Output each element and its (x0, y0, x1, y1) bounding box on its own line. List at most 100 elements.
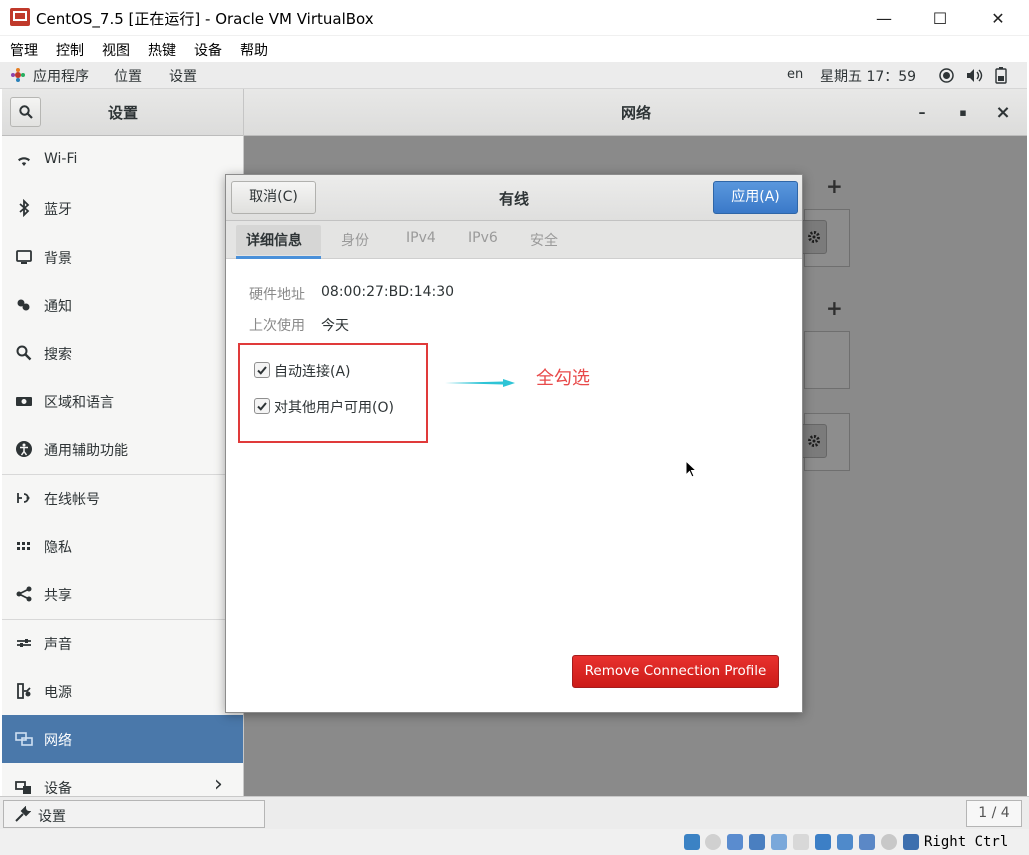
sidebar-item-search[interactable]: 搜索 (2, 329, 243, 377)
menu-help[interactable]: 帮助 (240, 40, 268, 60)
menu-manage[interactable]: 管理 (10, 40, 38, 60)
sidebar-item-label: 通知 (44, 299, 72, 315)
vbox-status-bar: Right Ctrl (0, 829, 1029, 855)
sidebar-item-label: 隐私 (44, 540, 72, 556)
sidebar-item-label: 在线帐号 (44, 492, 100, 508)
menu-hotkeys[interactable]: 热键 (148, 40, 176, 60)
settings-menu[interactable]: 设置 (169, 66, 197, 86)
sidebar-item-label: 电源 (44, 685, 72, 701)
notifications-icon (17, 299, 30, 311)
gnome-top-bar: 应用程序 位置 设置 en 星期五 17：59 (0, 62, 1027, 89)
sidebar-item-background[interactable]: 背景 (2, 233, 243, 281)
minimize-window-button[interactable]: – (907, 99, 937, 127)
tab-ipv6[interactable]: IPv6 (468, 230, 498, 246)
network-icon (15, 732, 33, 746)
tab-identity[interactable]: 身份 (341, 230, 369, 250)
gear-icon (808, 231, 820, 243)
wired-settings-button[interactable] (800, 220, 827, 254)
mouse-integration-icon[interactable] (881, 834, 897, 850)
sidebar-item-label: 设备 (44, 781, 72, 796)
sidebar-item-bluetooth[interactable]: 蓝牙 (2, 184, 243, 232)
add-connection-button[interactable]: + (826, 174, 843, 198)
settings-app-icon (15, 806, 31, 822)
network-adapter-icon[interactable] (749, 834, 765, 850)
shared-folders-icon[interactable] (793, 834, 809, 850)
proxy-settings-button[interactable] (800, 424, 827, 458)
tab-details[interactable]: 详细信息 (246, 230, 302, 250)
share-icon (16, 586, 32, 602)
sidebar-item-online-accounts[interactable]: 在线帐号 (2, 474, 243, 522)
host-key-label: Right Ctrl (924, 834, 1009, 850)
background-icon (16, 250, 32, 264)
annotation-highlight-box (238, 343, 428, 443)
workspace-indicator[interactable]: 1 / 4 (966, 800, 1022, 827)
cancel-button[interactable]: 取消(C) (231, 181, 316, 214)
menu-view[interactable]: 视图 (102, 40, 130, 60)
close-window-button[interactable]: × (988, 99, 1018, 127)
battery-icon[interactable] (995, 67, 1007, 84)
online-accounts-icon (17, 493, 30, 503)
headerbar-left: 设置 (2, 89, 244, 136)
apply-button[interactable]: 应用(A) (713, 181, 798, 214)
sidebar-item-devices[interactable]: 设备 › (2, 763, 243, 796)
applications-icon (11, 68, 25, 82)
clock[interactable]: 星期五 17：59 (820, 66, 916, 86)
volume-icon[interactable] (966, 68, 983, 83)
remove-connection-profile-button[interactable]: Remove Connection Profile (572, 655, 779, 688)
vbox-menu-bar: 管理 控制 视图 热键 设备 帮助 (0, 38, 1029, 62)
usb-icon[interactable] (771, 834, 787, 850)
devices-icon (15, 781, 31, 794)
maximize-window-button[interactable]: ▪ (948, 99, 978, 127)
menu-control[interactable]: 控制 (56, 40, 84, 60)
menu-devices[interactable]: 设备 (194, 40, 222, 60)
sidebar-item-wifi[interactable]: Wi-Fi (2, 136, 243, 184)
sidebar-item-network[interactable]: 网络 (2, 715, 243, 763)
optical-drive-icon[interactable] (705, 834, 721, 850)
sidebar-item-privacy[interactable]: 隐私 (2, 522, 243, 570)
sidebar-item-label: 区域和语言 (44, 395, 114, 411)
sidebar-item-label: 通用辅助功能 (44, 443, 128, 459)
hard-disk-icon[interactable] (684, 834, 700, 850)
settings-headerbar: 设置 网络 – ▪ × (2, 89, 1027, 136)
vpn-frame (804, 331, 850, 389)
sidebar-item-region[interactable]: 区域和语言 (2, 377, 243, 425)
gear-icon (808, 435, 820, 447)
sidebar-item-sharing[interactable]: 共享 (2, 570, 243, 618)
sidebar-item-label: 背景 (44, 251, 72, 267)
hardware-address-value: 08:00:27:BD:14:30 (321, 284, 455, 300)
sidebar-item-label: 声音 (44, 637, 72, 653)
annotation-arrow-icon (445, 379, 515, 387)
accessibility-icon (16, 441, 32, 457)
places-menu[interactable]: 位置 (114, 66, 142, 86)
close-button[interactable]: ✕ (969, 0, 1027, 36)
applications-menu[interactable]: 应用程序 (33, 66, 89, 86)
input-language[interactable]: en (787, 67, 803, 82)
maximize-button[interactable]: ☐ (911, 0, 969, 36)
wifi-icon (18, 157, 30, 166)
cpu-icon[interactable] (859, 834, 875, 850)
display-icon[interactable] (815, 834, 831, 850)
sidebar-item-sound[interactable]: 声音 (2, 619, 243, 667)
sidebar-item-label: 网络 (44, 733, 72, 749)
sidebar-item-label: Wi-Fi (44, 151, 78, 167)
video-capture-icon[interactable] (837, 834, 853, 850)
vbox-title-bar: CentOS_7.5 [正在运行] - Oracle VM VirtualBox… (0, 0, 1029, 36)
taskbar-settings-button[interactable]: 设置 (3, 800, 265, 828)
sidebar-item-notifications[interactable]: 通知 (2, 281, 243, 329)
last-used-label: 上次使用 (249, 318, 305, 334)
audio-icon[interactable] (727, 834, 743, 850)
keyboard-capture-icon[interactable] (903, 834, 919, 850)
tab-security[interactable]: 安全 (530, 230, 558, 250)
add-vpn-button[interactable]: + (826, 296, 843, 320)
dialog-tabs: 详细信息 身份 IPv4 IPv6 安全 (226, 221, 802, 259)
network-status-icon[interactable] (939, 68, 954, 83)
sidebar-item-accessibility[interactable]: 通用辅助功能 (2, 425, 243, 473)
gnome-bottom-bar: 设置 1 / 4 (0, 796, 1029, 829)
settings-title: 设置 (107, 104, 138, 122)
sidebar-item-label: 蓝牙 (44, 202, 72, 218)
tab-ipv4[interactable]: IPv4 (406, 230, 436, 246)
sidebar-item-power[interactable]: 电源 (2, 667, 243, 715)
privacy-icon (17, 542, 30, 550)
annotation-text: 全勾选 (536, 368, 590, 389)
minimize-button[interactable]: — (855, 0, 913, 36)
